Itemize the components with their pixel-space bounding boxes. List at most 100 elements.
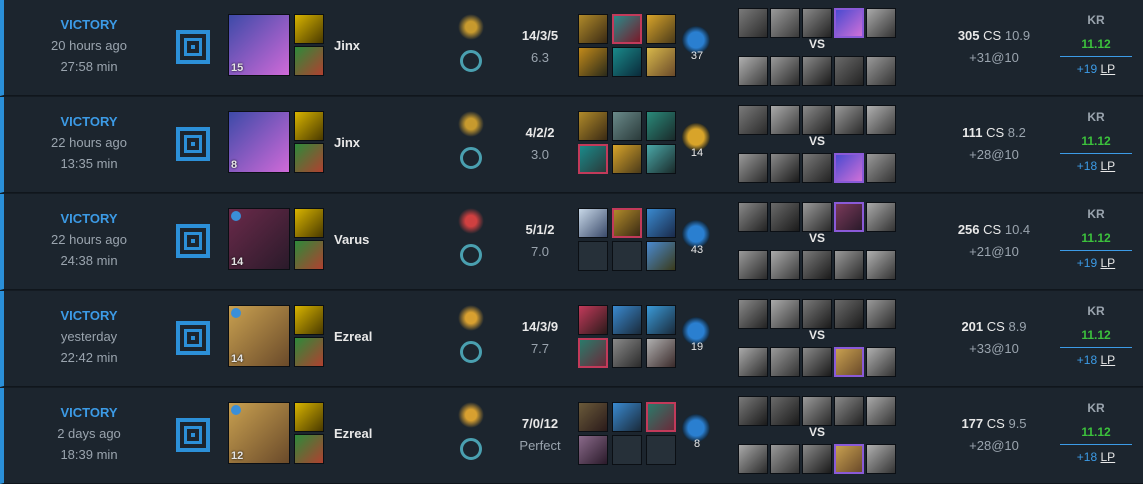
champion-portrait[interactable]: 14 xyxy=(228,208,290,270)
enemy-player-icon[interactable] xyxy=(866,56,896,86)
enemy-player-icon[interactable] xyxy=(834,250,864,280)
enemy-player-icon[interactable] xyxy=(866,444,896,474)
item-icon[interactable] xyxy=(612,111,642,141)
match-row[interactable]: VICTORY 20 hours ago 27:58 min 15 Jinx 14/3/5… xyxy=(0,0,1143,96)
enemy-player-icon[interactable] xyxy=(866,250,896,280)
summoner-spell-flash-icon[interactable] xyxy=(294,305,324,335)
team-player-icon[interactable] xyxy=(866,202,896,232)
enemy-player-icon[interactable] xyxy=(802,444,832,474)
team-player-icon[interactable] xyxy=(802,202,832,232)
team-player-icon[interactable] xyxy=(738,105,768,135)
item-icon[interactable] xyxy=(646,338,676,368)
enemy-player-icon[interactable] xyxy=(834,444,864,474)
team-player-icon[interactable] xyxy=(866,396,896,426)
match-row[interactable]: VICTORY 2 days ago 18:39 min 12 Ezreal 7/0/12… xyxy=(0,388,1143,484)
item-icon[interactable] xyxy=(646,144,676,174)
team-player-icon[interactable] xyxy=(802,396,832,426)
enemy-player-icon[interactable] xyxy=(802,347,832,377)
champion-portrait[interactable]: 14 xyxy=(228,305,290,367)
enemy-player-icon[interactable] xyxy=(770,444,800,474)
secondary-rune-icon[interactable] xyxy=(460,341,482,363)
item-icon[interactable] xyxy=(612,144,642,174)
item-icon[interactable] xyxy=(612,47,642,77)
item-icon[interactable] xyxy=(646,305,676,335)
enemy-player-icon[interactable] xyxy=(738,444,768,474)
team-player-icon[interactable] xyxy=(834,8,864,38)
enemy-player-icon[interactable] xyxy=(770,347,800,377)
enemy-player-icon[interactable] xyxy=(802,153,832,183)
team-player-icon[interactable] xyxy=(770,299,800,329)
team-player-icon[interactable] xyxy=(802,299,832,329)
primary-rune-icon[interactable] xyxy=(458,402,484,428)
enemy-player-icon[interactable] xyxy=(738,347,768,377)
champion-portrait[interactable]: 12 xyxy=(228,402,290,464)
item-icon[interactable] xyxy=(646,241,676,271)
summoner-spell-heal-icon[interactable] xyxy=(294,434,324,464)
primary-rune-icon[interactable] xyxy=(458,305,484,331)
team-player-icon[interactable] xyxy=(866,105,896,135)
team-player-icon[interactable] xyxy=(770,8,800,38)
summoner-spell-heal-icon[interactable] xyxy=(294,46,324,76)
summoner-spell-heal-icon[interactable] xyxy=(294,240,324,270)
item-icon[interactable] xyxy=(578,111,608,141)
item-icon[interactable] xyxy=(578,435,608,465)
item-icon[interactable] xyxy=(646,111,676,141)
item-icon[interactable] xyxy=(612,305,642,335)
item-icon[interactable] xyxy=(578,144,608,174)
team-player-icon[interactable] xyxy=(738,202,768,232)
item-icon[interactable] xyxy=(578,47,608,77)
match-row[interactable]: VICTORY 22 hours ago 13:35 min 8 Jinx 4/2/2 3.… xyxy=(0,97,1143,193)
team-player-icon[interactable] xyxy=(738,396,768,426)
team-player-icon[interactable] xyxy=(738,299,768,329)
item-icon[interactable] xyxy=(612,402,642,432)
enemy-player-icon[interactable] xyxy=(834,56,864,86)
secondary-rune-icon[interactable] xyxy=(460,147,482,169)
item-icon[interactable] xyxy=(578,208,608,238)
enemy-player-icon[interactable] xyxy=(802,250,832,280)
team-player-icon[interactable] xyxy=(834,396,864,426)
summoner-spell-flash-icon[interactable] xyxy=(294,402,324,432)
champion-portrait[interactable]: 15 xyxy=(228,14,290,76)
enemy-player-icon[interactable] xyxy=(866,347,896,377)
secondary-rune-icon[interactable] xyxy=(460,244,482,266)
item-icon[interactable] xyxy=(612,208,642,238)
summoner-spell-heal-icon[interactable] xyxy=(294,143,324,173)
item-icon[interactable] xyxy=(578,338,608,368)
primary-rune-icon[interactable] xyxy=(458,208,484,234)
item-icon[interactable] xyxy=(612,14,642,44)
enemy-player-icon[interactable] xyxy=(738,153,768,183)
enemy-player-icon[interactable] xyxy=(802,56,832,86)
team-player-icon[interactable] xyxy=(834,202,864,232)
item-icon[interactable] xyxy=(578,305,608,335)
item-icon[interactable] xyxy=(646,47,676,77)
team-player-icon[interactable] xyxy=(738,8,768,38)
team-player-icon[interactable] xyxy=(770,202,800,232)
summoner-spell-heal-icon[interactable] xyxy=(294,337,324,367)
enemy-player-icon[interactable] xyxy=(738,56,768,86)
team-player-icon[interactable] xyxy=(802,105,832,135)
enemy-player-icon[interactable] xyxy=(770,56,800,86)
item-icon[interactable] xyxy=(646,208,676,238)
team-player-icon[interactable] xyxy=(802,8,832,38)
secondary-rune-icon[interactable] xyxy=(460,50,482,72)
team-player-icon[interactable] xyxy=(834,105,864,135)
summoner-spell-flash-icon[interactable] xyxy=(294,14,324,44)
enemy-player-icon[interactable] xyxy=(738,250,768,280)
primary-rune-icon[interactable] xyxy=(458,111,484,137)
enemy-player-icon[interactable] xyxy=(834,347,864,377)
enemy-player-icon[interactable] xyxy=(834,153,864,183)
enemy-player-icon[interactable] xyxy=(770,250,800,280)
item-icon[interactable] xyxy=(646,402,676,432)
summoner-spell-flash-icon[interactable] xyxy=(294,208,324,238)
item-icon[interactable] xyxy=(612,338,642,368)
item-icon[interactable] xyxy=(646,14,676,44)
champion-portrait[interactable]: 8 xyxy=(228,111,290,173)
team-player-icon[interactable] xyxy=(770,396,800,426)
team-player-icon[interactable] xyxy=(866,8,896,38)
enemy-player-icon[interactable] xyxy=(866,153,896,183)
secondary-rune-icon[interactable] xyxy=(460,438,482,460)
primary-rune-icon[interactable] xyxy=(458,14,484,40)
match-row[interactable]: VICTORY 22 hours ago 24:38 min 14 Varus 5/1/2… xyxy=(0,194,1143,290)
team-player-icon[interactable] xyxy=(834,299,864,329)
enemy-player-icon[interactable] xyxy=(770,153,800,183)
